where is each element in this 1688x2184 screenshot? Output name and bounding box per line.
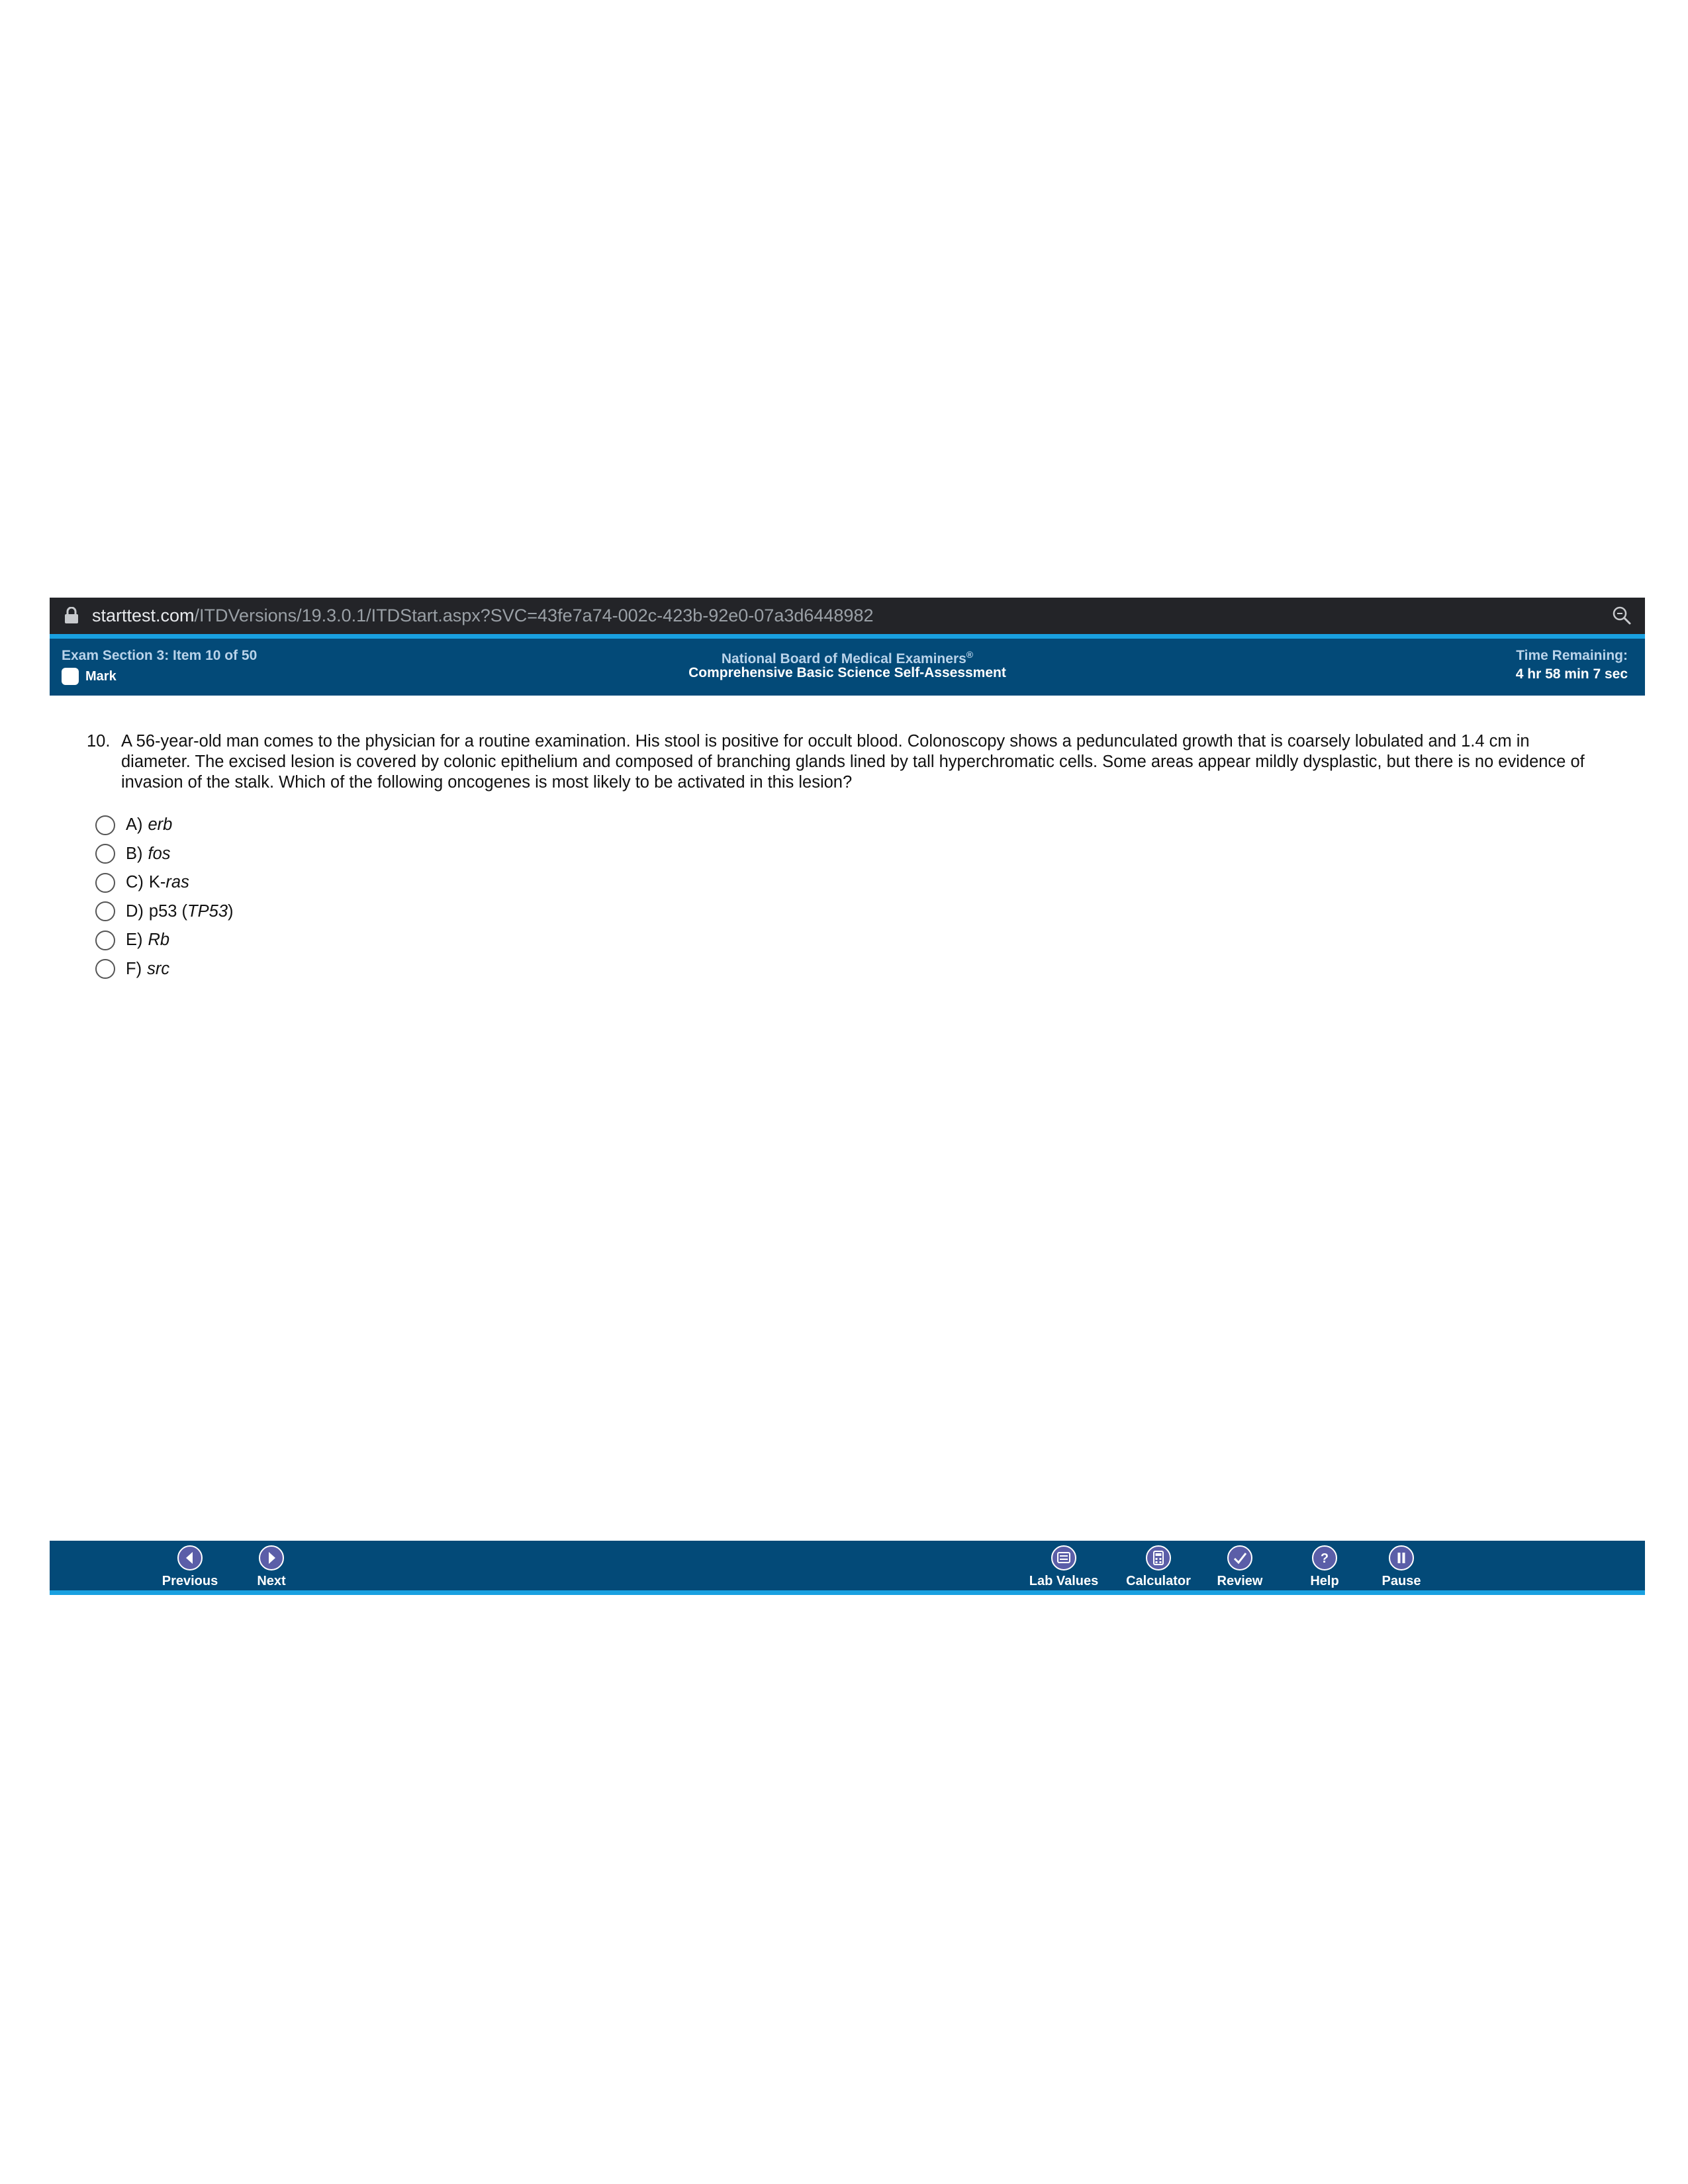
calculator-label: Calculator [1126,1574,1191,1588]
svg-text:?: ? [1321,1551,1329,1566]
url-text[interactable]: starttest.com/ITDVersions/19.3.0.1/ITDSt… [92,598,873,634]
next-label: Next [257,1574,286,1588]
exam-window: starttest.com/ITDVersions/19.3.0.1/ITDSt… [50,598,1645,1595]
option-text-italic: ras [165,873,189,892]
next-button[interactable]: Next [225,1545,318,1589]
option-letter: B) [126,844,143,863]
previous-button[interactable]: Previous [144,1545,236,1589]
help-icon: ? [1312,1545,1337,1570]
lab-values-button[interactable]: Lab Values [1017,1545,1110,1589]
option-text-italic: Rb [148,931,170,950]
option-letter: F) [126,959,142,978]
url-host: starttest.com [92,606,195,625]
time-remaining-label: Time Remaining: [1516,648,1628,663]
option-letter: C) [126,873,144,892]
lab-values-label: Lab Values [1029,1574,1099,1588]
exam-title: Comprehensive Basic Science Self-Assessm… [688,665,1006,680]
option-text: p53 ( [148,901,188,921]
radio-button[interactable] [95,959,115,979]
option-letter: A) [126,815,143,835]
browser-url-bar[interactable]: starttest.com/ITDVersions/19.3.0.1/ITDSt… [50,598,1645,634]
option-letter: E) [126,931,143,950]
zoom-icon[interactable] [1612,606,1632,625]
question-text: A 56-year-old man comes to the physician… [121,732,1585,792]
url-path: /ITDVersions/19.3.0.1/ITDStart.aspx?SVC=… [194,606,874,625]
previous-label: Previous [162,1574,218,1588]
review-button[interactable]: Review [1194,1545,1286,1589]
question-number: 10. [87,732,111,751]
lab-values-icon [1051,1545,1076,1570]
answer-option-d[interactable]: D) p53 (TP53) [95,897,234,927]
exam-header: Exam Section 3: Item 10 of 50 Mark Natio… [50,639,1645,696]
footer-accent-line [50,1590,1645,1595]
option-text: K- [148,873,166,892]
lock-icon [65,607,78,623]
radio-button[interactable] [95,872,115,893]
arrow-left-icon [177,1545,203,1570]
option-text-suffix: ) [228,901,234,921]
radio-button[interactable] [95,930,115,950]
answer-option-a[interactable]: A) erb [95,811,234,840]
option-text-italic: src [147,959,170,978]
time-remaining-value: 4 hr 58 min 7 sec [1515,666,1628,682]
organization-title: National Board of Medical Examiners® [50,649,1645,667]
option-text-italic: TP53 [187,901,228,921]
answer-option-f[interactable]: F) src [95,955,234,984]
question-stem: 10. A 56-year-old man comes to the physi… [87,731,1596,793]
option-text-italic: fos [148,844,171,863]
option-text-italic: erb [148,815,173,835]
pause-button[interactable]: Pause [1355,1545,1448,1589]
calculator-button[interactable]: Calculator [1112,1545,1205,1589]
radio-button[interactable] [95,901,115,922]
registered-mark: ® [966,649,974,660]
answer-option-b[interactable]: B) fos [95,840,234,869]
calculator-icon [1146,1545,1171,1570]
pause-icon [1389,1545,1414,1570]
review-label: Review [1217,1574,1263,1588]
answer-option-c[interactable]: C) K-ras [95,868,234,897]
exam-footer-toolbar: Previous Next Lab Values Calculator Revi… [50,1541,1645,1593]
arrow-right-icon [259,1545,284,1570]
header-accent-line [50,634,1645,639]
option-letter: D) [126,901,144,921]
answer-option-e[interactable]: E) Rb [95,926,234,955]
answer-options: A) erb B) fos C) K-ras D) p53 (TP53) E) … [95,811,234,983]
checkmark-icon [1227,1545,1252,1570]
radio-button[interactable] [95,844,115,864]
organization-name: National Board of Medical Examiners [721,651,966,666]
pause-label: Pause [1382,1574,1421,1588]
radio-button[interactable] [95,815,115,835]
